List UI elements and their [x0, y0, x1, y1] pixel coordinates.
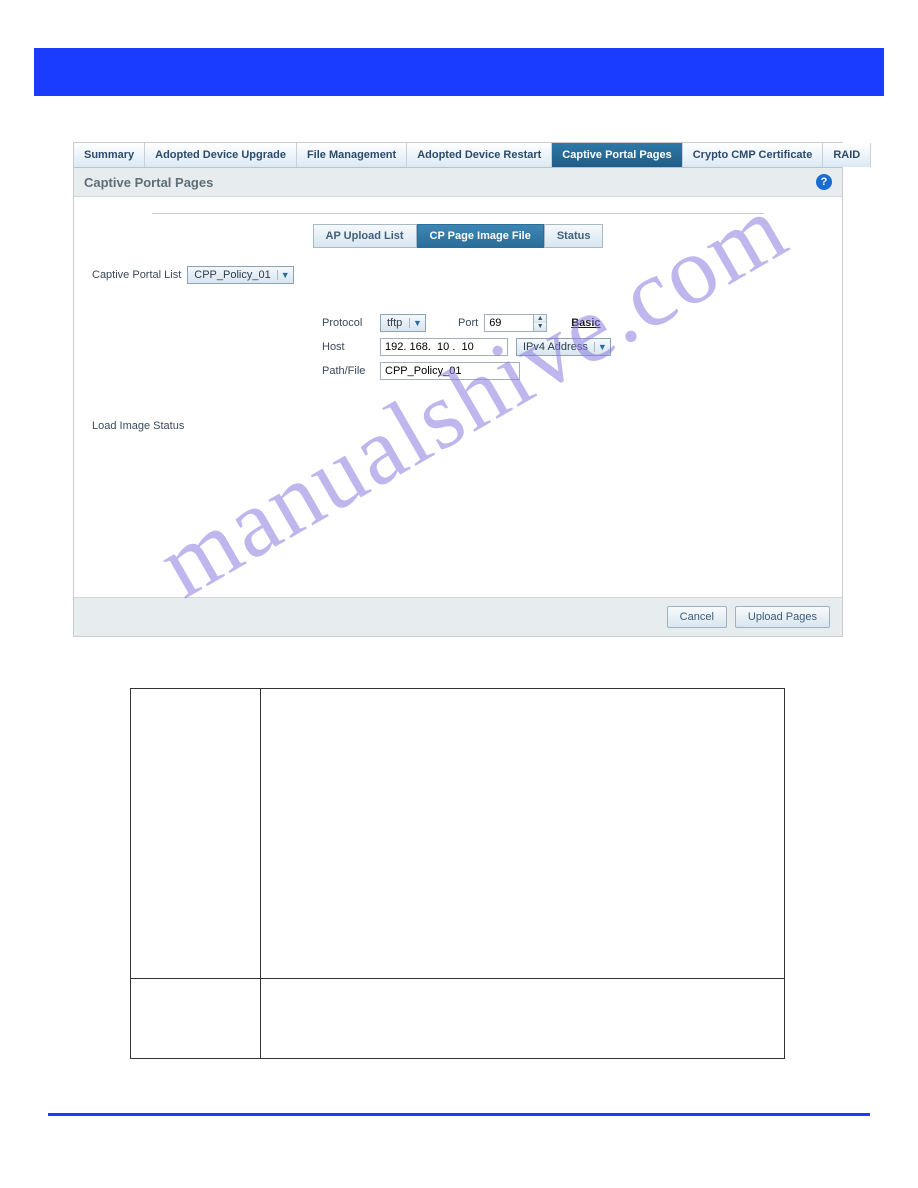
arrow-up-icon[interactable]: ▲: [534, 315, 546, 323]
port-stepper[interactable]: ▲ ▼: [533, 314, 547, 332]
table-row: [131, 689, 785, 979]
host-row: Host IPv4 Address ▼: [322, 338, 824, 356]
chevron-down-icon: ▼: [409, 318, 425, 328]
host-input[interactable]: [380, 338, 508, 356]
page-title: Captive Portal Pages: [84, 175, 213, 190]
arrow-down-icon[interactable]: ▼: [534, 323, 546, 331]
chevron-down-icon: ▼: [277, 270, 293, 280]
divider: [152, 213, 764, 214]
subtab-status[interactable]: Status: [544, 224, 604, 248]
protocol-select[interactable]: tftp ▼: [380, 314, 426, 332]
bottom-rule: [48, 1113, 870, 1116]
protocol-port-row: Protocol tftp ▼ Port ▲ ▼ Basic: [322, 314, 824, 332]
subtab-ap-upload-list[interactable]: AP Upload List: [313, 224, 417, 248]
tab-crypto-cmp-certificate[interactable]: Crypto CMP Certificate: [683, 143, 824, 167]
pathfile-input[interactable]: [380, 362, 520, 380]
basic-link[interactable]: Basic: [571, 317, 600, 329]
address-type-select[interactable]: IPv4 Address ▼: [516, 338, 611, 356]
captive-portal-list-label: Captive Portal List: [92, 269, 181, 281]
tab-raid[interactable]: RAID: [823, 143, 871, 167]
protocol-label: Protocol: [322, 317, 374, 329]
pathfile-label: Path/File: [322, 365, 374, 377]
main-panel: AP Upload List CP Page Image File Status…: [74, 197, 842, 597]
table-row: [131, 979, 785, 1059]
address-type-value: IPv4 Address: [517, 341, 594, 353]
chevron-down-icon: ▼: [594, 342, 610, 352]
tab-captive-portal-pages[interactable]: Captive Portal Pages: [552, 143, 682, 167]
subtab-cp-page-image-file[interactable]: CP Page Image File: [417, 224, 544, 248]
host-label: Host: [322, 341, 374, 353]
load-image-status-label: Load Image Status: [92, 420, 824, 432]
tab-adopted-device-upgrade[interactable]: Adopted Device Upgrade: [145, 143, 297, 167]
table-cell: [131, 979, 261, 1059]
page-title-bar: Captive Portal Pages ?: [74, 168, 842, 197]
captive-portal-list-select[interactable]: CPP_Policy_01 ▼: [187, 266, 293, 284]
footer-bar: Cancel Upload Pages: [74, 597, 842, 636]
captive-portal-list-row: Captive Portal List CPP_Policy_01 ▼: [92, 266, 824, 284]
tab-file-management[interactable]: File Management: [297, 143, 407, 167]
app-window: Summary Adopted Device Upgrade File Mana…: [73, 142, 843, 637]
table-cell: [131, 689, 261, 979]
upload-pages-button[interactable]: Upload Pages: [735, 606, 830, 628]
pathfile-row: Path/File: [322, 362, 824, 380]
port-label: Port: [458, 317, 478, 329]
tab-adopted-device-restart[interactable]: Adopted Device Restart: [407, 143, 552, 167]
main-tabbar: Summary Adopted Device Upgrade File Mana…: [74, 143, 842, 168]
description-table: [130, 688, 785, 1059]
cancel-button[interactable]: Cancel: [667, 606, 727, 628]
table-cell: [261, 979, 785, 1059]
tab-summary[interactable]: Summary: [74, 143, 145, 167]
help-icon[interactable]: ?: [816, 174, 832, 190]
sub-tabbar: AP Upload List CP Page Image File Status: [92, 224, 824, 248]
top-banner: [34, 48, 884, 96]
table-cell: [261, 689, 785, 979]
captive-portal-list-value: CPP_Policy_01: [188, 269, 276, 281]
protocol-value: tftp: [381, 317, 409, 329]
port-input[interactable]: [484, 314, 534, 332]
